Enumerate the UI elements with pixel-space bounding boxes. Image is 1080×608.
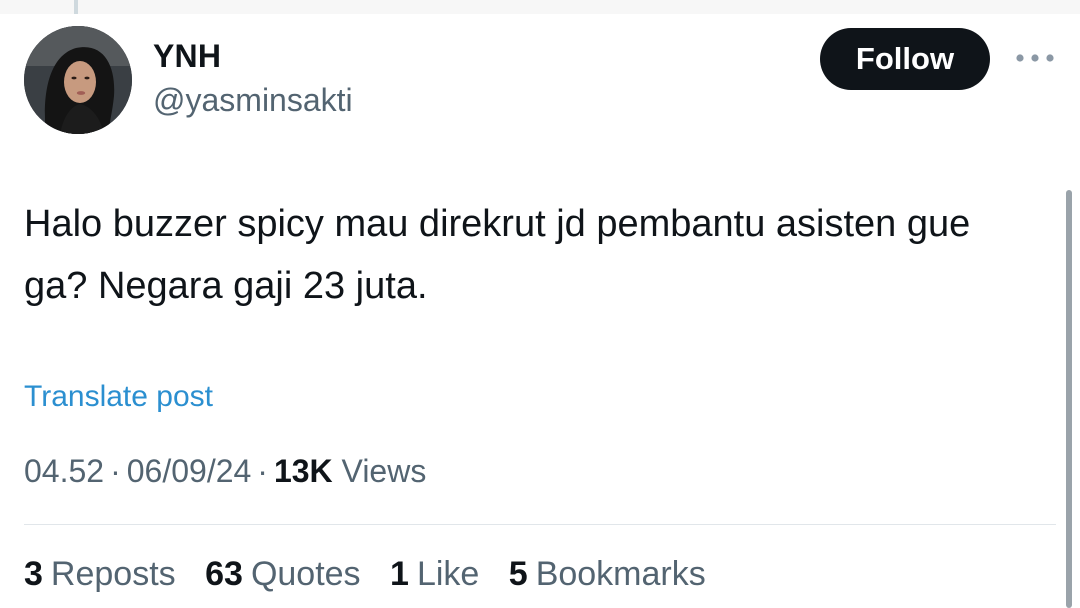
reposts-stat[interactable]: 3 Reposts xyxy=(24,555,176,593)
more-horizontal-icon xyxy=(1016,54,1054,62)
meta-separator: · xyxy=(257,453,268,489)
quotes-count: 63 xyxy=(205,555,243,593)
quotes-label: Quotes xyxy=(250,555,361,593)
tweet-time[interactable]: 04.52 xyxy=(24,453,104,489)
display-name[interactable]: YNH xyxy=(153,38,221,75)
thread-connector-line xyxy=(74,0,78,14)
meta-separator: · xyxy=(110,453,121,489)
tweet-text: Halo buzzer spicy mau direkrut jd pemban… xyxy=(24,203,971,307)
engagement-stats: 3 Reposts 63 Quotes 1 Like 5 Bookmarks xyxy=(24,555,726,594)
bookmarks-count: 5 xyxy=(508,555,528,593)
more-options-button[interactable] xyxy=(1010,42,1060,74)
user-handle[interactable]: @yasminsakti xyxy=(153,82,353,119)
follow-button[interactable]: Follow xyxy=(820,28,990,90)
bookmarks-stat[interactable]: 5 Bookmarks xyxy=(509,555,706,593)
reposts-label: Reposts xyxy=(50,555,176,593)
scrollbar[interactable] xyxy=(1066,190,1072,608)
bookmarks-label: Bookmarks xyxy=(535,555,706,593)
avatar-photo xyxy=(24,26,132,134)
likes-label: Like xyxy=(416,555,480,593)
divider xyxy=(24,524,1056,525)
views-label: Views xyxy=(341,453,427,489)
avatar[interactable] xyxy=(24,26,132,134)
tweet-metadata: 04.52 · 06/09/24 · 13K Views xyxy=(24,453,426,490)
likes-count: 1 xyxy=(390,555,409,593)
reposts-count: 3 xyxy=(24,555,43,593)
quotes-stat[interactable]: 63 Quotes xyxy=(205,555,360,593)
top-strip xyxy=(0,0,1080,14)
translate-post-link[interactable]: Translate post xyxy=(24,380,213,414)
tweet-date[interactable]: 06/09/24 xyxy=(127,453,252,489)
likes-stat[interactable]: 1 Like xyxy=(390,555,479,593)
views-count: 13K xyxy=(273,453,333,489)
